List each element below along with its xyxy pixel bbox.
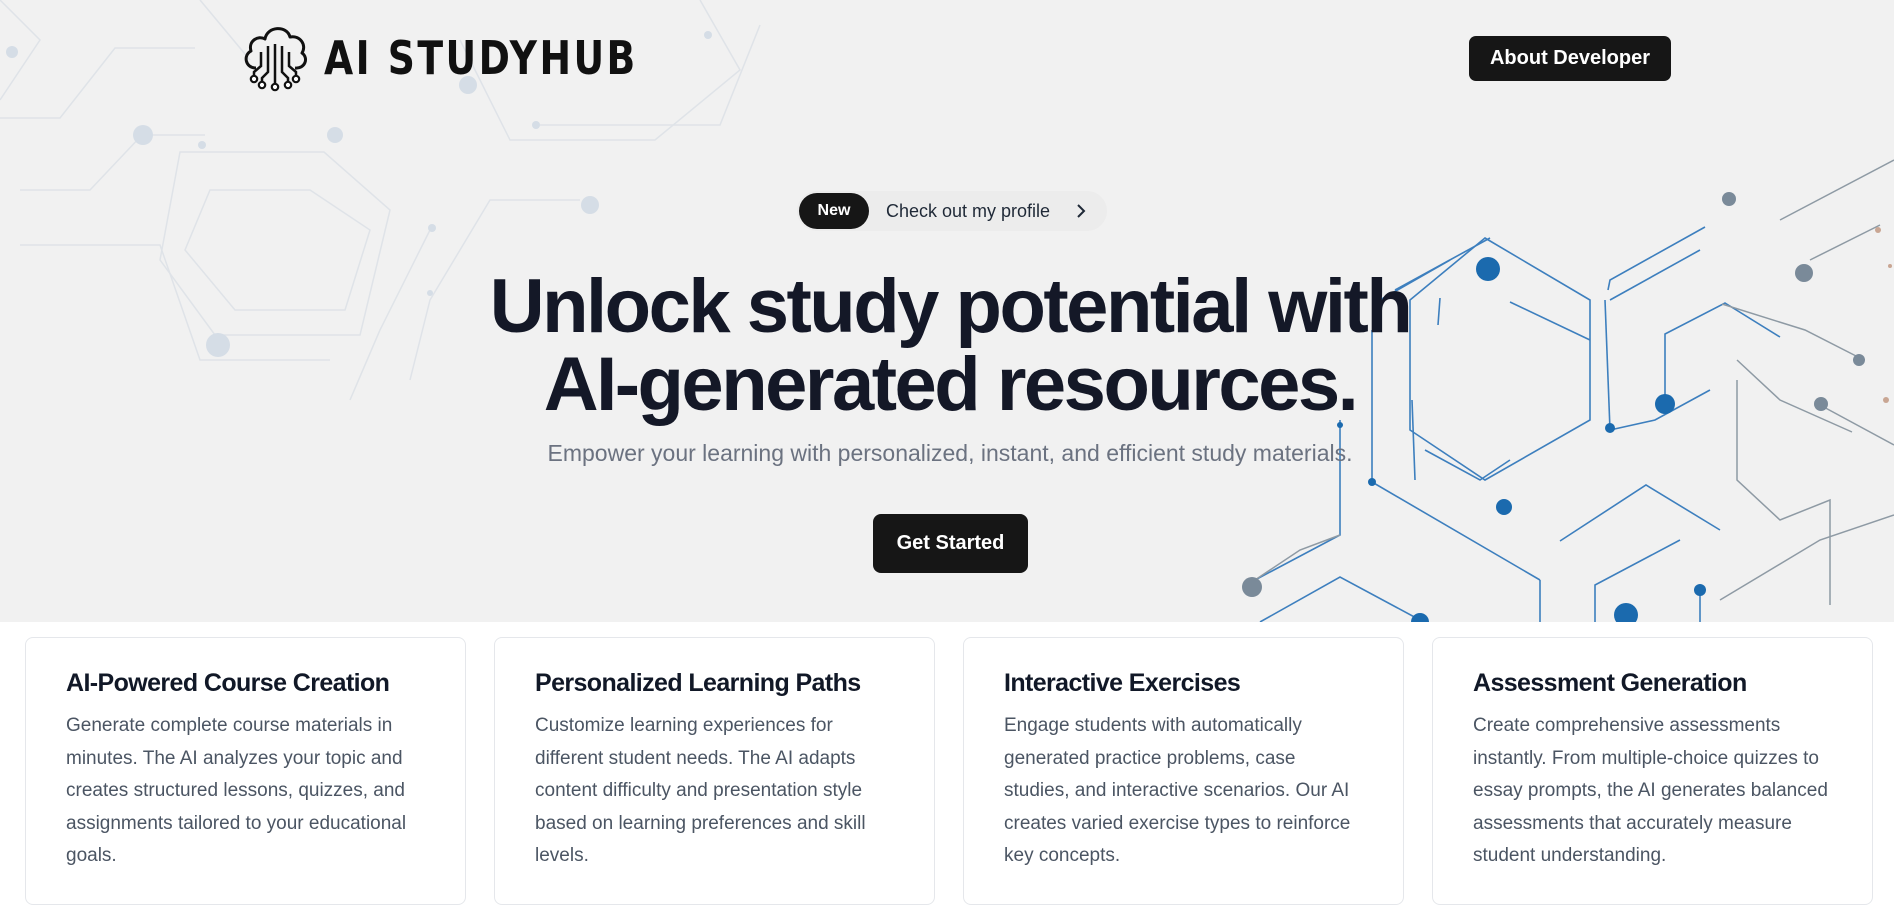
hero-subheadline: Empower your learning with personalized,… [547, 440, 1353, 466]
new-badge: New [799, 193, 869, 229]
brand-name: AI STUDYHUB [324, 31, 638, 85]
about-developer-button[interactable]: About Developer [1469, 36, 1671, 81]
announcement-text: Check out my profile [886, 200, 1051, 221]
feature-description: Customize learning experiences for diffe… [535, 715, 866, 866]
feature-description: Generate complete course materials in mi… [66, 715, 407, 866]
feature-description: Create comprehensive assessments instant… [1473, 715, 1828, 866]
feature-title: Interactive Exercises [1004, 669, 1241, 697]
brand-logo[interactable]: AI STUDYHUB [242, 22, 707, 94]
get-started-button[interactable]: Get Started [873, 514, 1028, 573]
feature-card-interactive-exercises: Interactive Exercises Engage students wi… [963, 637, 1404, 905]
hero-section: AI STUDYHUB About Developer New Check ou… [0, 0, 1894, 622]
feature-description: Engage students with automatically gener… [1004, 715, 1351, 866]
headline-line-2: AI-generated resources. [543, 342, 1359, 427]
headline-line-1: Unlock study potential with [489, 264, 1413, 349]
cloud-circuit-icon [244, 27, 307, 92]
feature-title: Personalized Learning Paths [535, 669, 861, 697]
feature-card-course-creation: AI-Powered Course Creation Generate comp… [25, 637, 466, 905]
feature-card-assessment-generation: Assessment Generation Create comprehensi… [1432, 637, 1873, 905]
chevron-right-icon [1077, 204, 1086, 218]
announcement-pill[interactable]: New Check out my profile [797, 191, 1107, 231]
hero-headline: Unlock study potential with AI-generated… [450, 268, 1450, 424]
feature-title: Assessment Generation [1473, 669, 1747, 697]
feature-title: AI-Powered Course Creation [66, 669, 390, 697]
feature-card-learning-paths: Personalized Learning Paths Customize le… [494, 637, 935, 905]
